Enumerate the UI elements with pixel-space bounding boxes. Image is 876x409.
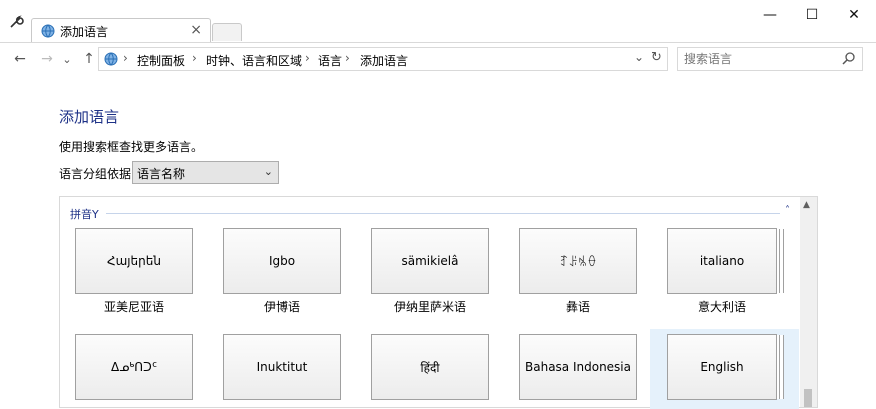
- scroll-thumb[interactable]: [804, 389, 812, 407]
- language-tile-inuktitut-syllabics[interactable]: ᐃᓄᒃᑎᑐᑦ: [75, 334, 193, 400]
- breadcrumb-separator: ›: [192, 51, 197, 65]
- breadcrumb-clock-language-region[interactable]: 时钟、语言和区域: [206, 52, 302, 69]
- tab-add-language[interactable]: 添加语言 ×: [31, 18, 211, 43]
- wrench-icon[interactable]: [8, 14, 24, 30]
- language-name-igbo: 伊博语: [263, 300, 300, 314]
- breadcrumb-separator: ›: [345, 51, 350, 65]
- collapse-group-icon[interactable]: ˄: [785, 205, 790, 216]
- close-button[interactable]: ✕: [831, 0, 876, 30]
- address-dropdown-button[interactable]: ⌄: [634, 50, 644, 64]
- language-tile-igbo[interactable]: Igbo: [223, 228, 341, 294]
- minimize-button[interactable]: —: [747, 0, 793, 30]
- breadcrumb-separator: ›: [305, 51, 310, 65]
- language-tile-yi[interactable]: ꆈꌠꁱꂷ: [519, 228, 637, 294]
- control-panel-icon: [104, 52, 118, 66]
- search-icon[interactable]: [842, 51, 856, 65]
- language-tile-armenian[interactable]: Հայերեն: [75, 228, 193, 294]
- back-button[interactable]: ←: [10, 49, 30, 69]
- language-tile-inari-sami[interactable]: sämikielâ: [371, 228, 489, 294]
- search-box[interactable]: [677, 47, 863, 71]
- breadcrumb-separator: ›: [123, 51, 128, 65]
- search-input[interactable]: [682, 50, 836, 68]
- breadcrumb-control-panel[interactable]: 控制面板: [137, 52, 185, 69]
- up-button[interactable]: ↑: [79, 49, 99, 69]
- scroll-up-icon[interactable]: ▲: [803, 200, 810, 210]
- language-name-yi: 彝语: [565, 300, 590, 314]
- address-bar[interactable]: › 控制面板 › 时钟、语言和区域 › 语言 › 添加语言 ⌄ ↻: [98, 47, 668, 71]
- title-bar: 添加语言 × — ☐ ✕: [0, 0, 876, 43]
- close-tab-icon[interactable]: ×: [190, 22, 202, 38]
- page-title: 添加语言: [59, 108, 120, 126]
- language-list-panel: 拼音Y ˄ Հայերեն 亚美尼亚语 Igbo 伊博语 sämikielâ 伊…: [59, 196, 818, 409]
- group-header[interactable]: 拼音Y: [70, 206, 99, 222]
- new-tab-button[interactable]: [212, 23, 242, 41]
- chevron-down-icon: ⌄: [263, 165, 273, 178]
- tab-title: 添加语言: [60, 25, 109, 39]
- group-divider: [106, 213, 780, 214]
- language-tile-italian[interactable]: italiano: [667, 228, 777, 294]
- navigation-bar: ← → ⌄ ↑ › 控制面板 › 时钟、语言和区域 › 语言 › 添加语言 ⌄ …: [0, 42, 876, 75]
- language-tile-indonesian[interactable]: Bahasa Indonesia: [519, 334, 637, 400]
- language-tile-hindi[interactable]: हिंदी: [371, 334, 489, 400]
- recent-locations-button[interactable]: ⌄: [60, 49, 74, 69]
- group-by-select[interactable]: 语言名称 ⌄: [132, 161, 279, 184]
- language-tile-inuktitut-latin[interactable]: Inuktitut: [223, 334, 341, 400]
- group-by-label: 语言分组依据:: [59, 167, 136, 181]
- forward-button[interactable]: →: [37, 49, 57, 69]
- language-name-italian: 意大利语: [697, 300, 746, 314]
- group-by-value: 语言名称: [137, 167, 186, 181]
- refresh-button[interactable]: ↻: [651, 50, 662, 65]
- language-globe-icon: [41, 24, 55, 38]
- breadcrumb-add-language[interactable]: 添加语言: [360, 52, 408, 69]
- language-tile-english[interactable]: English: [667, 334, 777, 400]
- vertical-scrollbar[interactable]: ▲: [800, 197, 817, 407]
- breadcrumb-language[interactable]: 语言: [318, 52, 342, 69]
- maximize-button[interactable]: ☐: [789, 0, 835, 30]
- language-name-armenian: 亚美尼亚语: [103, 300, 164, 314]
- description-text: 使用搜索框查找更多语言。: [59, 140, 204, 154]
- language-name-inari-sami: 伊纳里萨米语: [393, 300, 466, 314]
